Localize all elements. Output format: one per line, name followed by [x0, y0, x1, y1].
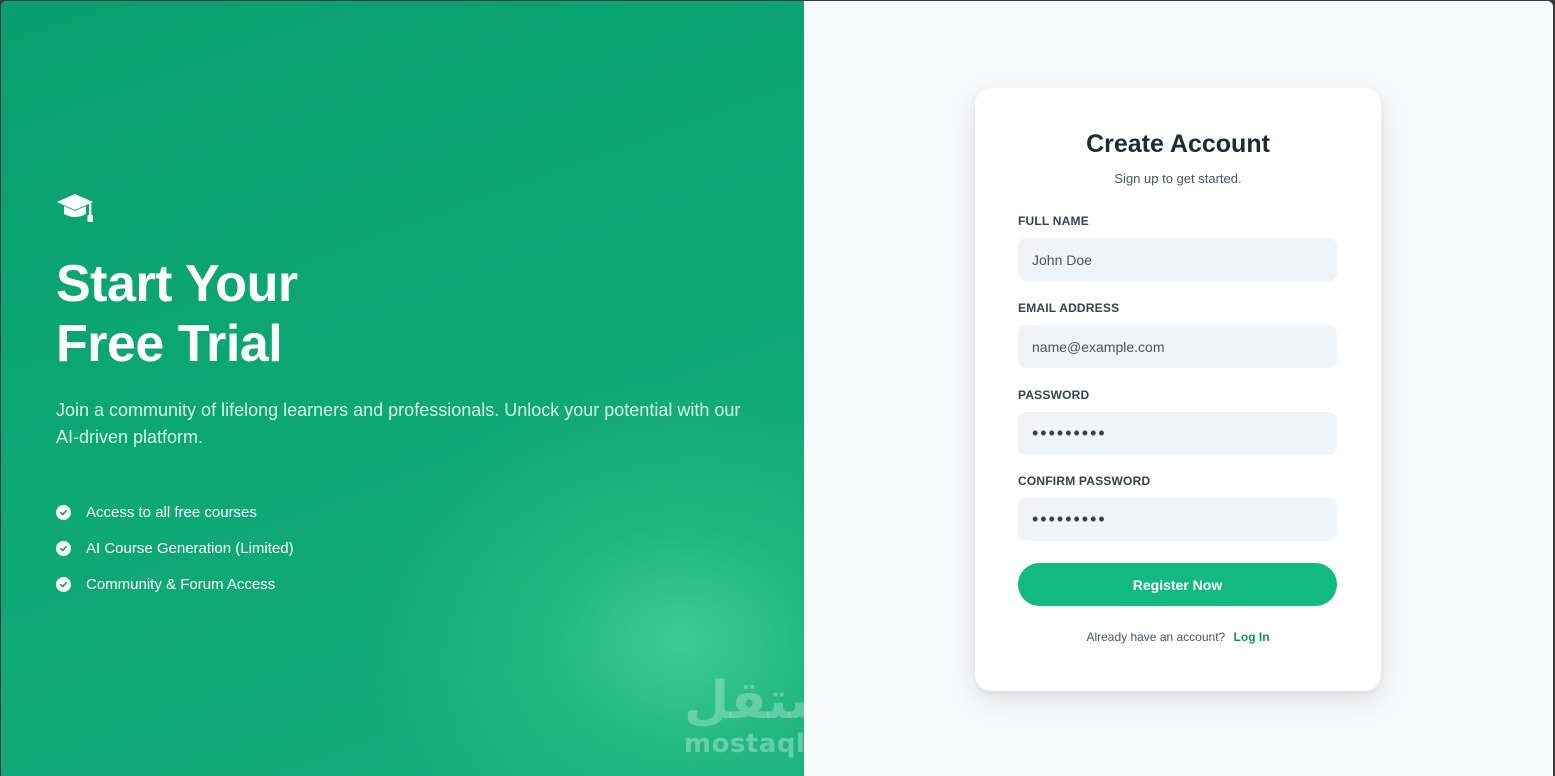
card-subtitle: Sign up to get started. [1114, 171, 1242, 186]
feature-label: Access to all free courses [86, 503, 257, 521]
feature-item: AI Course Generation (Limited) [56, 530, 294, 566]
feature-item: Access to all free courses [56, 494, 294, 530]
check-circle-icon [56, 576, 71, 592]
feature-label: Community & Forum Access [86, 575, 276, 593]
app-window: Start Your Free Trial Join a community o… [1, 1, 1553, 776]
check-circle-icon [56, 540, 71, 556]
login-prompt-text: Already have an account? [1086, 630, 1226, 644]
graduation-cap-icon [57, 194, 93, 222]
hero-title-line-1: Start Your [56, 255, 298, 313]
register-card: Create Account Sign up to get started. F… [975, 88, 1381, 691]
watermark-arabic: مستقل [684, 671, 804, 731]
feature-label: AI Course Generation (Limited) [86, 539, 294, 557]
form-panel: Create Account Sign up to get started. F… [804, 1, 1553, 776]
card-title: Create Account [1086, 130, 1270, 158]
feature-list: Access to all free courses AI Course Gen… [56, 494, 294, 602]
register-button[interactable]: Register Now [1018, 563, 1337, 606]
confirm-password-label: CONFIRM PASSWORD [1018, 474, 1151, 488]
hero-description: Join a community of lifelong learners an… [56, 400, 741, 447]
confirm-password-input[interactable] [1018, 498, 1337, 541]
check-circle-icon [56, 504, 71, 520]
hero-title-line-2: Free Trial [56, 315, 283, 373]
password-input[interactable] [1018, 412, 1337, 455]
full-name-label: FULL NAME [1018, 214, 1089, 228]
watermark-latin: mostaql.com [684, 729, 804, 759]
email-label: EMAIL ADDRESS [1018, 301, 1120, 315]
watermark: مستقل mostaql.com [684, 669, 804, 769]
email-input[interactable] [1018, 325, 1337, 368]
feature-item: Community & Forum Access [56, 566, 294, 602]
hero-panel: Start Your Free Trial Join a community o… [1, 1, 804, 776]
full-name-input[interactable] [1018, 238, 1337, 281]
login-prompt-row: Already have an account? Log In [975, 630, 1381, 644]
hero-title: Start Your Free Trial [56, 254, 516, 374]
login-link[interactable]: Log In [1234, 630, 1270, 644]
password-label: PASSWORD [1018, 388, 1090, 402]
